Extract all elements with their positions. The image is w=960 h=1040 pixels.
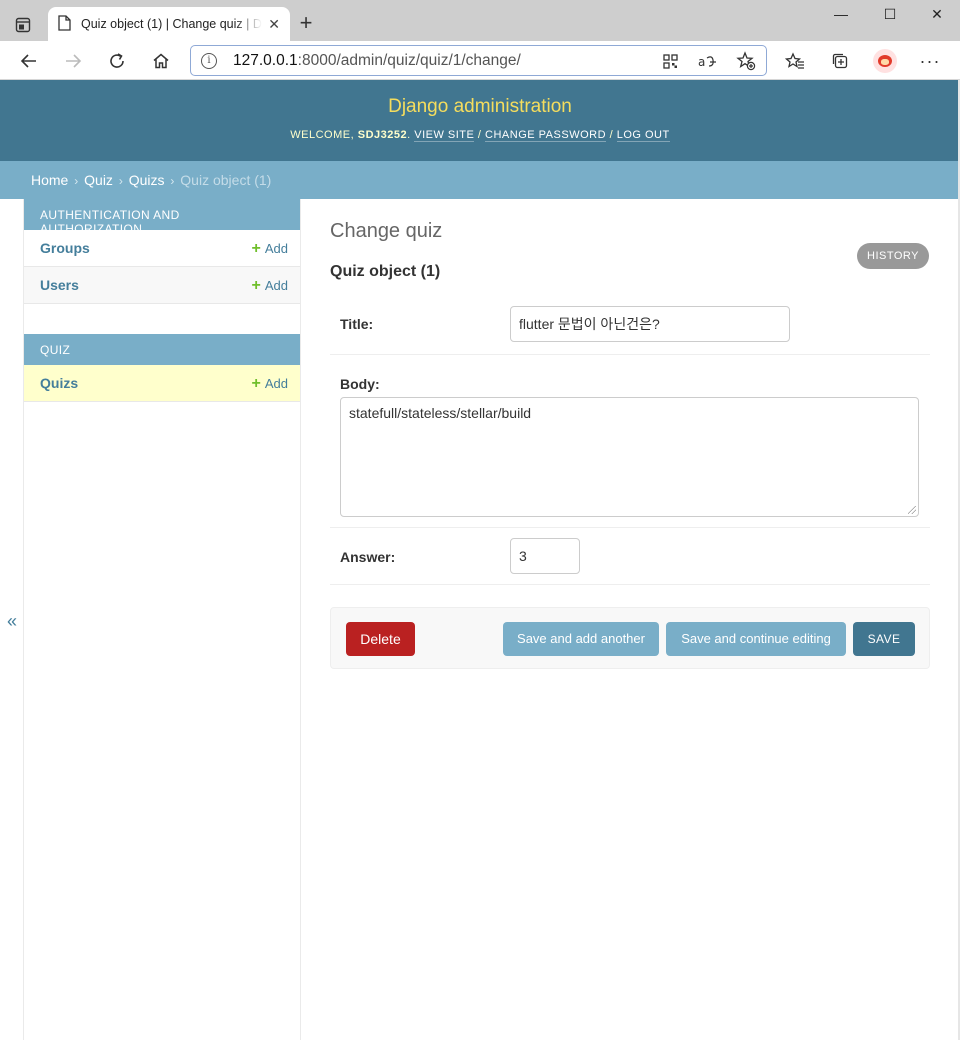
module-caption-auth[interactable]: Authentication and Authorization bbox=[24, 199, 300, 236]
add-quiz-button[interactable]: + Add bbox=[251, 374, 288, 392]
breadcrumb-separator: › bbox=[118, 174, 123, 188]
sidebar-item-quizs: Quizs + Add bbox=[24, 365, 300, 402]
nav-sidebar: Authentication and Authorization Groups … bbox=[24, 199, 301, 1040]
add-label: Add bbox=[264, 375, 288, 391]
title-label: Title: bbox=[340, 316, 374, 332]
module-caption-quiz[interactable]: Quiz bbox=[24, 334, 300, 365]
breadcrumb-model[interactable]: Quizs bbox=[129, 172, 165, 188]
close-window-icon[interactable]: ✕ bbox=[922, 6, 952, 26]
tab-title: Quiz object (1) | Change quiz | Django s… bbox=[81, 17, 262, 31]
favorites-icon[interactable] bbox=[781, 47, 809, 75]
admin-header: Django administration Welcome, sdj3252. … bbox=[0, 80, 960, 161]
add-user-button[interactable]: + Add bbox=[251, 276, 288, 294]
module-auth: Authentication and Authorization Groups … bbox=[24, 199, 300, 304]
maximize-icon[interactable]: ☐ bbox=[875, 6, 905, 26]
page-title: Change quiz bbox=[330, 220, 443, 242]
svg-text:a: a bbox=[698, 55, 705, 69]
breadcrumb-separator: › bbox=[170, 174, 175, 188]
browser-tab-bar: Quiz object (1) | Change quiz | Django s… bbox=[0, 0, 960, 41]
back-icon[interactable] bbox=[15, 47, 43, 75]
body-label: Body: bbox=[340, 376, 380, 392]
submit-row: Delete Save and add another Save and con… bbox=[330, 607, 930, 669]
add-group-button[interactable]: + Add bbox=[251, 239, 288, 257]
users-link[interactable]: Users bbox=[40, 277, 79, 293]
tab-actions-icon[interactable] bbox=[8, 10, 38, 40]
plus-icon: + bbox=[251, 239, 261, 257]
module-spacer bbox=[24, 304, 300, 334]
answer-input[interactable]: 3 bbox=[510, 538, 580, 574]
change-password-link[interactable]: Change password bbox=[485, 129, 607, 142]
refresh-icon[interactable] bbox=[103, 47, 131, 75]
resize-handle-icon[interactable] bbox=[908, 506, 916, 514]
separator: / bbox=[609, 129, 614, 141]
forward-icon[interactable] bbox=[59, 47, 87, 75]
body-textarea[interactable]: statefull/stateless/stellar/build bbox=[340, 397, 919, 517]
separator: / bbox=[477, 129, 482, 141]
groups-link[interactable]: Groups bbox=[40, 240, 90, 256]
add-favorite-icon[interactable] bbox=[736, 51, 756, 71]
welcome-text: Welcome, bbox=[290, 129, 355, 141]
breadcrumb-app[interactable]: Quiz bbox=[84, 172, 113, 188]
user-tools: Welcome, sdj3252. View site / Change pas… bbox=[290, 129, 670, 142]
form-row-title: Title: flutter 문법이 아닌건은? bbox=[330, 293, 930, 355]
history-button[interactable]: History bbox=[857, 243, 929, 269]
module-quiz: Quiz Quizs + Add bbox=[24, 334, 300, 402]
add-label: Add bbox=[264, 277, 288, 293]
object-title: Quiz object (1) bbox=[330, 263, 441, 280]
sidebar-item-users: Users + Add bbox=[24, 267, 300, 304]
site-branding[interactable]: Django administration bbox=[0, 96, 960, 118]
main-content: Change quiz History Quiz object (1) Titl… bbox=[330, 199, 930, 669]
collections-icon[interactable] bbox=[826, 47, 854, 75]
title-input[interactable]: flutter 문법이 아닌건은? bbox=[510, 306, 790, 342]
close-tab-icon[interactable]: ✕ bbox=[268, 16, 280, 33]
log-out-link[interactable]: Log out bbox=[616, 129, 670, 142]
quiz-form: Title: flutter 문법이 아닌건은? Body: statefull… bbox=[330, 293, 930, 585]
save-and-add-another-button[interactable]: Save and add another bbox=[503, 622, 659, 656]
url-path: :8000/admin/quiz/quiz/1/change/ bbox=[297, 51, 521, 69]
toggle-sidebar-button[interactable]: « bbox=[0, 606, 24, 636]
answer-label: Answer: bbox=[340, 549, 396, 565]
view-site-link[interactable]: View site bbox=[414, 129, 475, 142]
breadcrumb-home[interactable]: Home bbox=[31, 172, 68, 188]
delete-button[interactable]: Delete bbox=[346, 622, 415, 656]
save-button[interactable]: SAVE bbox=[853, 622, 915, 656]
plus-icon: + bbox=[251, 276, 261, 294]
browser-toolbar: i 127.0.0.1:8000/admin/quiz/quiz/1/chang… bbox=[0, 41, 960, 80]
profile-avatar[interactable] bbox=[871, 47, 899, 75]
new-tab-button[interactable]: + bbox=[294, 12, 318, 36]
body-text: statefull/stateless/stellar/build bbox=[349, 405, 532, 421]
page-icon bbox=[58, 14, 71, 34]
breadcrumb: Home › Quiz › Quizs › Quiz object (1) bbox=[0, 161, 960, 199]
info-icon[interactable]: i bbox=[201, 52, 217, 69]
browser-tab-active[interactable]: Quiz object (1) | Change quiz | Django s… bbox=[48, 7, 290, 41]
home-icon[interactable] bbox=[147, 47, 175, 75]
minimize-icon[interactable]: — bbox=[826, 6, 856, 26]
form-row-body: Body: statefull/stateless/stellar/build bbox=[330, 355, 930, 528]
save-and-continue-button[interactable]: Save and continue editing bbox=[666, 622, 846, 656]
breadcrumb-separator: › bbox=[74, 174, 79, 188]
plus-icon: + bbox=[251, 374, 261, 392]
username: sdj3252 bbox=[357, 129, 408, 141]
quizs-link[interactable]: Quizs bbox=[40, 375, 78, 391]
breadcrumb-current: Quiz object (1) bbox=[180, 172, 272, 188]
url-host: 127.0.0.1 bbox=[233, 51, 298, 69]
address-bar[interactable]: i 127.0.0.1:8000/admin/quiz/quiz/1/chang… bbox=[190, 45, 767, 76]
add-label: Add bbox=[264, 240, 288, 256]
avatar bbox=[873, 49, 897, 73]
form-row-answer: Answer: 3 bbox=[330, 528, 930, 585]
qr-icon[interactable] bbox=[660, 51, 680, 71]
read-aloud-icon[interactable]: a bbox=[698, 51, 718, 71]
menu-icon[interactable]: ··· bbox=[916, 47, 944, 75]
